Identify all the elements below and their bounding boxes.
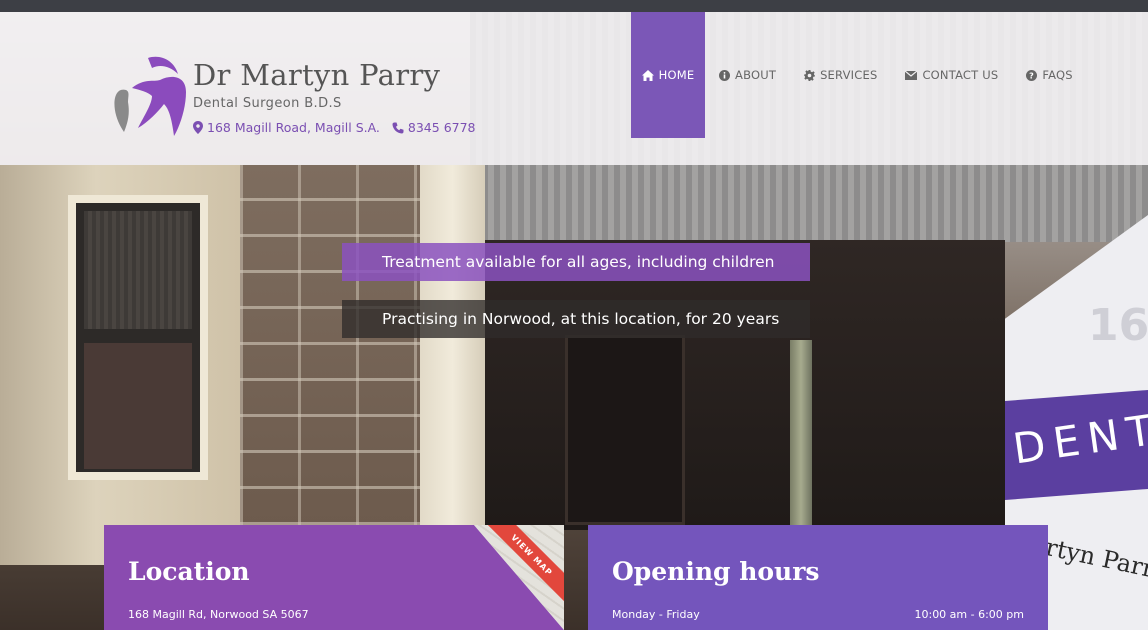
tooth-logo-icon[interactable] [108, 52, 190, 138]
home-icon [641, 69, 654, 81]
hero-tagline-ages: Treatment available for all ages, includ… [342, 243, 810, 281]
hero-stone-wall [240, 165, 430, 525]
hero-sign-number: 168 [1088, 300, 1148, 351]
gear-icon [804, 69, 816, 81]
question-icon: ? [1026, 69, 1038, 81]
location-title: Location [128, 557, 250, 586]
hero-window [68, 195, 208, 480]
location-card: Location 168 Magill Rd, Norwood SA 5067 … [104, 525, 564, 630]
nav-item-home[interactable]: HOME [631, 12, 705, 138]
hero-tagline-years: Practising in Norwood, at this location,… [342, 300, 810, 338]
opening-hours-days: Monday - Friday [612, 608, 700, 621]
map-pin-icon [193, 121, 203, 134]
opening-hours-title: Opening hours [612, 557, 820, 586]
nav-item-services[interactable]: SERVICES [790, 12, 891, 138]
location-address: 168 Magill Rd, Norwood SA 5067 [128, 608, 309, 621]
hero-window-pane-top [84, 211, 192, 329]
nav-item-contact[interactable]: CONTACT US [891, 12, 1012, 138]
info-icon [719, 69, 730, 81]
nav-item-label: SERVICES [820, 68, 878, 82]
nav-item-label: HOME [658, 68, 695, 82]
hero-window-pane-bottom [84, 343, 192, 469]
nav-item-label: CONTACT US [922, 68, 999, 82]
hero-post [790, 340, 812, 530]
hero-verandah [485, 240, 1005, 530]
address-text: 168 Magill Road, Magill S.A. [207, 120, 380, 135]
brand-subtitle: Dental Surgeon B.D.S [193, 96, 342, 111]
nav-item-faqs[interactable]: ? FAQS [1012, 12, 1086, 138]
opening-hours-time: 10:00 am - 6:00 pm [914, 608, 1024, 621]
top-strip [0, 0, 1148, 12]
hero-door [565, 335, 685, 525]
phone-number[interactable]: 8345 6778 [408, 120, 476, 135]
opening-hours-card: Opening hours Monday - Friday 10:00 am -… [588, 525, 1048, 630]
nav-item-label: ABOUT [735, 68, 777, 82]
envelope-icon [905, 70, 918, 80]
phone-icon [392, 122, 404, 134]
main-nav: HOME ABOUT SERVICES CONTACT US ? FAQS [631, 12, 1087, 138]
brand-name[interactable]: Dr Martyn Parry [193, 58, 440, 92]
svg-text:?: ? [1029, 71, 1034, 80]
brand-contact: 168 Magill Road, Magill S.A. 8345 6778 [193, 120, 476, 135]
nav-item-about[interactable]: ABOUT [705, 12, 790, 138]
hero-pillar [420, 165, 485, 525]
nav-item-label: FAQS [1042, 68, 1073, 82]
